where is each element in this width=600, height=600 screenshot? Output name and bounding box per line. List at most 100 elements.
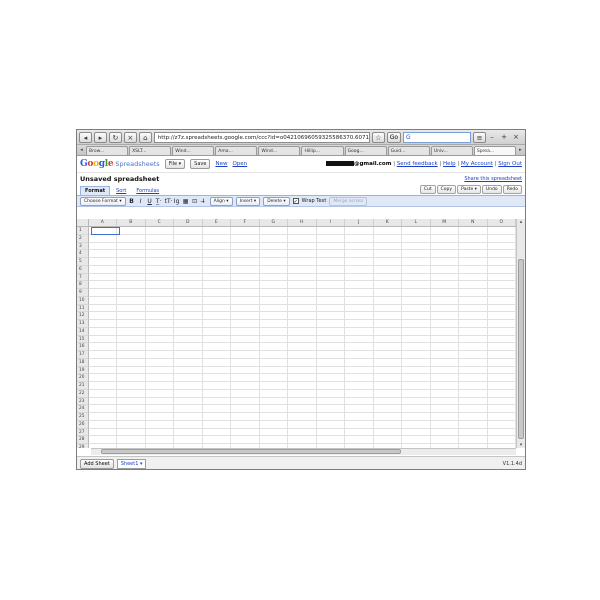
grid-cell[interactable]	[430, 289, 459, 297]
grid-cell[interactable]	[345, 250, 374, 258]
grid-cell[interactable]	[402, 265, 431, 274]
grid-cell[interactable]	[174, 242, 203, 251]
grid-cell[interactable]	[202, 335, 231, 344]
grid-cell[interactable]	[117, 234, 146, 243]
reload-icon[interactable]: ↻	[108, 131, 122, 143]
grid-cell[interactable]	[259, 389, 288, 398]
grid-cell[interactable]	[231, 273, 260, 282]
row-header[interactable]: 20	[77, 374, 89, 382]
paste-button[interactable]: Paste ▾	[457, 185, 481, 194]
grid-cell[interactable]	[288, 227, 317, 235]
grid-cell[interactable]	[88, 320, 117, 328]
grid-cell[interactable]	[117, 327, 146, 336]
grid-cell[interactable]	[459, 428, 488, 437]
grid-cell[interactable]	[345, 397, 374, 406]
grid-cell[interactable]	[345, 258, 374, 266]
share-link[interactable]: Share this spreadsheet	[464, 176, 522, 182]
grid-cell[interactable]	[174, 227, 203, 235]
grid-cell[interactable]	[487, 343, 516, 351]
grid-cell[interactable]	[430, 242, 459, 251]
grid-cell[interactable]	[373, 374, 402, 382]
grid-cell[interactable]	[345, 289, 374, 297]
grid-cell[interactable]	[117, 436, 146, 444]
grid-cell[interactable]	[202, 405, 231, 413]
grid-cell[interactable]	[430, 343, 459, 351]
grid-cell[interactable]	[288, 374, 317, 382]
row-header[interactable]: 2	[77, 234, 89, 243]
grid-cell[interactable]	[345, 312, 374, 320]
grid-cell[interactable]	[145, 405, 174, 413]
grid-cell[interactable]	[459, 343, 488, 351]
grid-cell[interactable]	[345, 343, 374, 351]
grid-cell[interactable]	[288, 273, 317, 282]
grid-cell[interactable]	[345, 382, 374, 390]
stop-icon[interactable]: ×	[123, 131, 137, 143]
grid-cell[interactable]	[231, 413, 260, 421]
grid-cell[interactable]	[117, 397, 146, 406]
grid-cell[interactable]	[373, 405, 402, 413]
grid-cell[interactable]	[174, 413, 203, 421]
grid-cell[interactable]	[202, 281, 231, 289]
grid-cell[interactable]	[202, 374, 231, 382]
grid-cell[interactable]	[430, 234, 459, 243]
row-header[interactable]: 26	[77, 420, 89, 429]
grid-cell[interactable]	[487, 312, 516, 320]
grid-cell[interactable]	[174, 335, 203, 344]
grid-cell[interactable]	[373, 343, 402, 351]
grid-cell[interactable]	[117, 258, 146, 266]
column-header[interactable]: K	[374, 219, 402, 226]
grid-cell[interactable]	[88, 413, 117, 421]
grid-cell[interactable]	[430, 335, 459, 344]
column-header[interactable]: B	[117, 219, 146, 226]
row-header[interactable]: 8	[77, 281, 89, 289]
grid-cell[interactable]	[373, 436, 402, 444]
grid-cell[interactable]	[459, 289, 488, 297]
grid-cell[interactable]	[487, 265, 516, 274]
grid-cell[interactable]	[402, 289, 431, 297]
new-link[interactable]: New	[215, 161, 227, 167]
grid-cell[interactable]	[117, 265, 146, 274]
scroll-down-icon[interactable]: ▾	[517, 442, 525, 448]
grid-cell[interactable]	[259, 436, 288, 444]
grid-cell[interactable]	[117, 242, 146, 251]
grid-cell[interactable]	[373, 234, 402, 243]
grid-cell[interactable]	[145, 351, 174, 359]
row-header[interactable]: 24	[77, 405, 89, 413]
grid-cell[interactable]	[259, 281, 288, 289]
grid-cell[interactable]	[259, 289, 288, 297]
grid-cell[interactable]	[316, 227, 345, 235]
grid-cell[interactable]	[487, 335, 516, 344]
scroll-up-icon[interactable]: ▴	[517, 219, 525, 225]
grid-cell[interactable]	[202, 420, 231, 429]
grid-cell[interactable]	[231, 351, 260, 359]
grid-cell[interactable]	[402, 335, 431, 344]
grid-cell[interactable]	[345, 389, 374, 398]
grid-cell[interactable]	[316, 304, 345, 313]
grid-cell[interactable]	[231, 312, 260, 320]
grid-cell[interactable]	[88, 281, 117, 289]
row-header[interactable]: 12	[77, 312, 89, 320]
grid-cell[interactable]	[402, 312, 431, 320]
browser-tab[interactable]: Goog...	[344, 145, 387, 155]
grid-cell[interactable]	[117, 304, 146, 313]
grid-cell[interactable]	[459, 304, 488, 313]
grid-cell[interactable]	[88, 343, 117, 351]
row-header[interactable]: 22	[77, 389, 89, 398]
grid-cell[interactable]	[288, 265, 317, 274]
grid-cell[interactable]	[145, 358, 174, 367]
grid-cell[interactable]	[202, 242, 231, 251]
sign-out-link[interactable]: Sign Out	[498, 161, 522, 167]
grid-cell[interactable]	[145, 374, 174, 382]
bookmark-icon[interactable]: ☆	[371, 131, 385, 143]
grid-cell[interactable]	[373, 397, 402, 406]
my-account-link[interactable]: My Account	[461, 161, 493, 167]
grid-cell[interactable]	[231, 428, 260, 437]
grid-cell[interactable]	[345, 366, 374, 375]
back-icon[interactable]: ◂	[79, 131, 92, 143]
grid-cell[interactable]	[487, 405, 516, 413]
grid-cell[interactable]	[174, 397, 203, 406]
grid-cell[interactable]	[373, 413, 402, 421]
grid-cell[interactable]	[373, 289, 402, 297]
grid-cell[interactable]	[373, 420, 402, 429]
grid-cell[interactable]	[88, 366, 117, 375]
